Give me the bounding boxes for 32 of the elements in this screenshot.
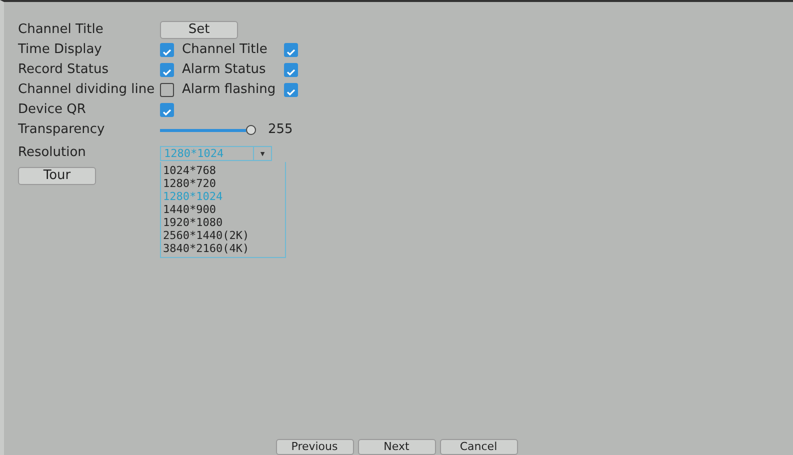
footer-button[interactable]: Next [358,439,436,455]
dropdown-option[interactable]: 1280*720 [163,176,285,190]
checkbox[interactable] [284,63,298,77]
slider-thumb[interactable] [246,125,256,135]
field-label: Alarm flashing [182,81,277,100]
field-label: Record Status [18,61,110,80]
checkbox[interactable] [160,83,174,97]
field-label: Resolution [18,144,87,162]
dropdown-value: 1280*1024 [163,146,225,160]
field-label: Transparency [18,121,106,140]
field-label: Channel Title [182,41,268,60]
checkbox[interactable] [160,63,174,77]
dropdown-option[interactable]: 2560*1440(2K) [163,228,285,242]
dropdown-option[interactable]: 1440*900 [163,202,285,216]
dropdown-option[interactable]: 1024*768 [163,164,285,176]
checkbox[interactable] [160,103,174,117]
checkbox[interactable] [160,43,174,57]
field-label: Time Display [18,41,103,60]
field-label: Channel Title [18,21,104,40]
footer-button[interactable]: Previous [276,439,354,455]
footer-button[interactable]: Cancel [440,439,518,455]
slider-value: 255 [268,121,293,140]
set-button[interactable]: Set [160,21,238,39]
field-label: Channel dividing line [18,81,156,100]
resolution-dropdown[interactable]: 1280*1024 ▾ [160,146,272,160]
field-label: Alarm Status [182,61,267,80]
checkbox[interactable] [284,83,298,97]
checkbox[interactable] [284,43,298,57]
dropdown-option[interactable]: 1920*1080 [163,216,285,228]
dropdown-option[interactable]: 3840*2160(4K) [163,242,285,254]
field-label: Device QR [18,101,87,120]
tour-button[interactable]: Tour [18,167,96,185]
